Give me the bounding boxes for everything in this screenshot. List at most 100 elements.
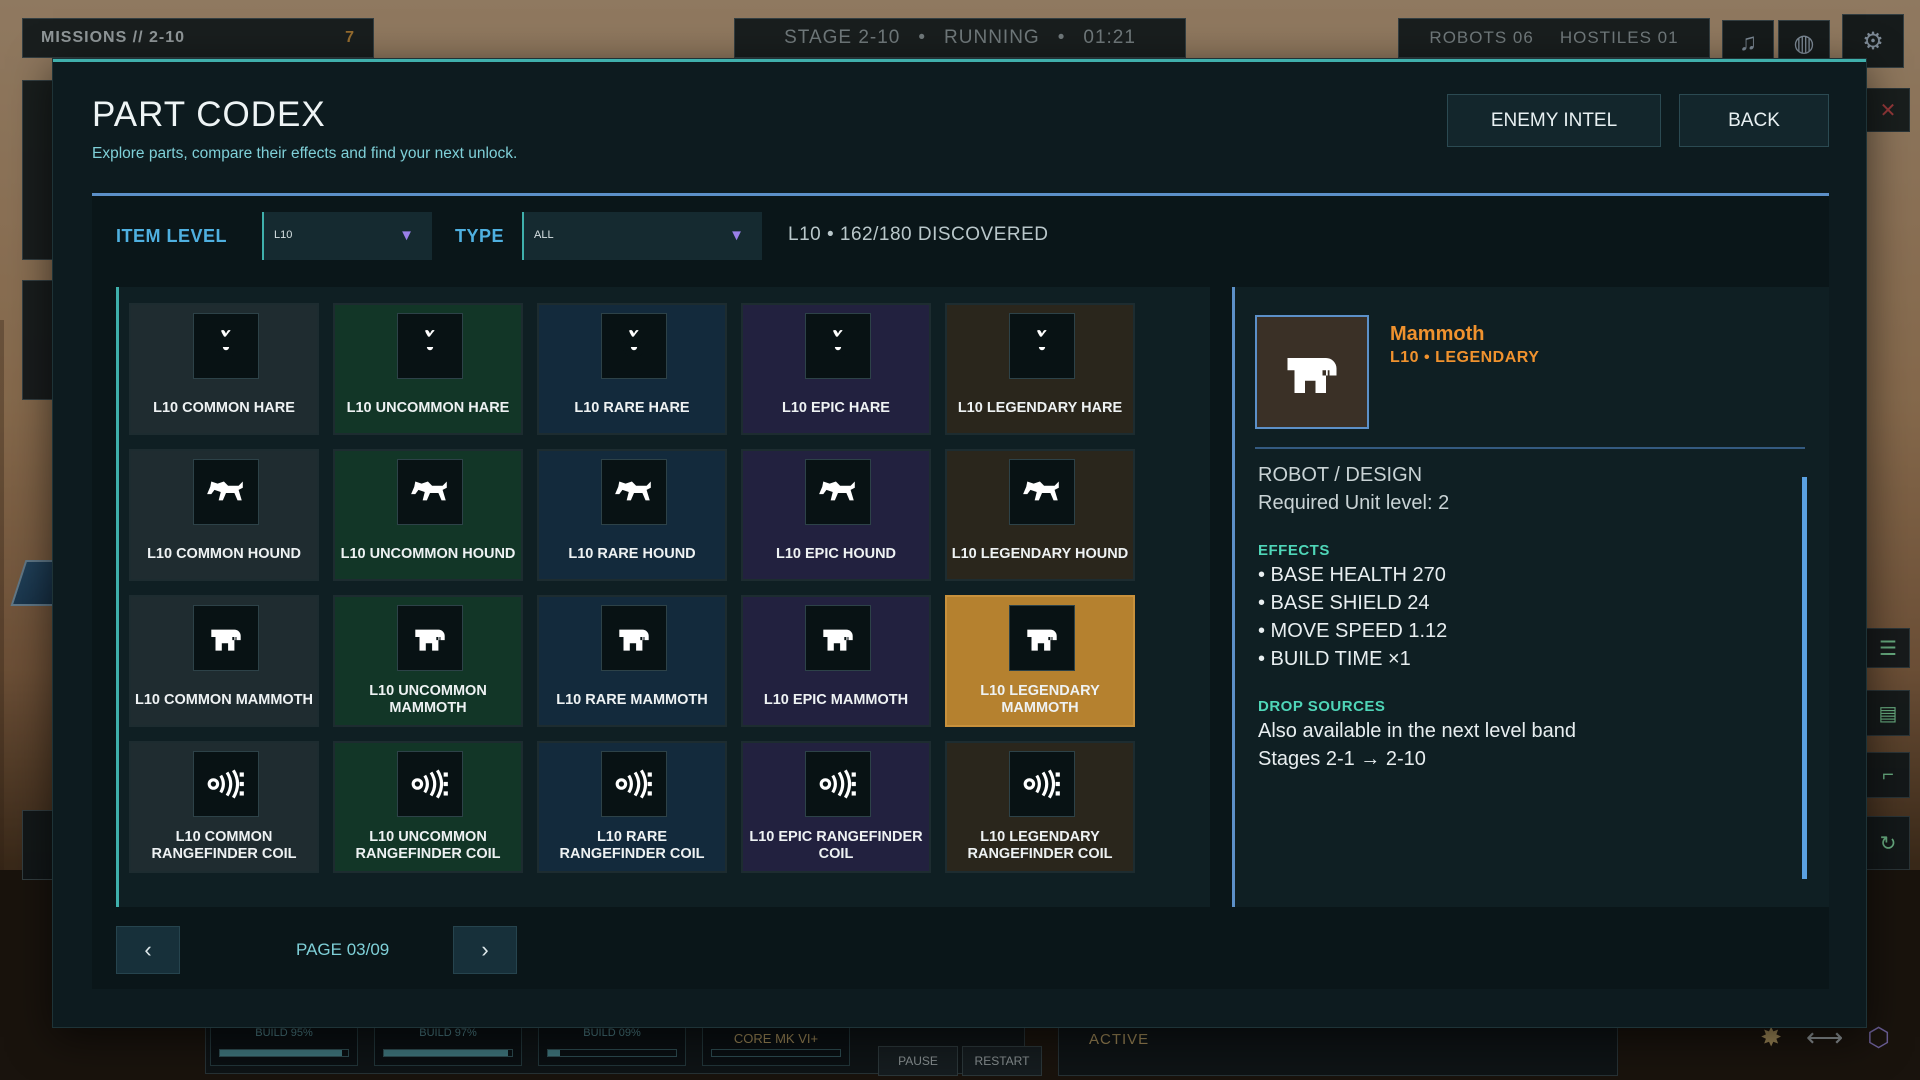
mammoth-icon: [415, 629, 445, 651]
part-card-label: L10 COMMON HOUND: [147, 545, 301, 562]
part-card-label: L10 UNCOMMON RANGEFINDER COIL: [355, 829, 501, 862]
filter-bar: ITEM LEVEL L10 ▼ TYPE ALL ▼ L10 • 162/18…: [92, 196, 1829, 280]
type-select[interactable]: ALL ▼: [522, 212, 762, 260]
part-card[interactable]: L10 EPIC MAMMOTH: [741, 595, 931, 727]
rangefinder-coil-icon: [207, 769, 244, 799]
drop-sources-heading: DROP SOURCES: [1258, 698, 1386, 715]
part-icon-frame: [397, 459, 463, 525]
part-icon-frame: [805, 605, 871, 671]
part-icon-frame: [601, 605, 667, 671]
divider: [1255, 447, 1805, 449]
pagination: ‹ PAGE 03/09 ›: [116, 926, 616, 974]
dropdown-arrow-icon: ▼: [729, 227, 744, 244]
part-card-label: L10 EPIC MAMMOTH: [763, 691, 909, 708]
part-card-label: L10 EPIC RANGEFINDER COIL: [749, 829, 923, 862]
hare-icon: [418, 327, 441, 358]
part-card[interactable]: L10 RARE MAMMOTH: [537, 595, 727, 727]
part-icon-frame: [397, 605, 463, 671]
drop-source-line: Stages 2-1 → 2-10: [1258, 748, 1426, 770]
detail-scrollbar[interactable]: [1802, 477, 1807, 879]
part-icon-frame: [397, 751, 463, 817]
back-button[interactable]: BACK: [1679, 94, 1829, 147]
part-card-label: L10 LEGENDARY HARE: [957, 399, 1123, 416]
part-card[interactable]: L10 LEGENDARY MAMMOTH: [945, 595, 1135, 727]
part-icon-frame: [193, 313, 259, 379]
part-codex-modal: PART CODEX Explore parts, compare their …: [53, 59, 1866, 1027]
part-card[interactable]: L10 COMMON HARE: [129, 303, 319, 435]
rangefinder-coil-icon: [819, 769, 856, 799]
effect-item: • BASE HEALTH 270: [1258, 564, 1446, 586]
part-icon-frame: [601, 459, 667, 525]
type-value: ALL: [534, 229, 554, 241]
part-icon-frame: [193, 605, 259, 671]
part-rarity: L10 • LEGENDARY: [1390, 349, 1540, 366]
item-level-label: ITEM LEVEL: [116, 226, 228, 246]
mammoth-icon: [619, 629, 649, 651]
hound-icon: [1023, 481, 1059, 501]
part-card[interactable]: L10 EPIC HARE: [741, 303, 931, 435]
prev-page-button[interactable]: ‹: [116, 926, 180, 974]
part-icon-frame: [1009, 751, 1075, 817]
effect-item: • MOVE SPEED 1.12: [1258, 620, 1448, 642]
hound-icon: [207, 481, 243, 501]
part-card[interactable]: L10 COMMON RANGEFINDER COIL: [129, 741, 319, 873]
part-card-label: L10 RARE MAMMOTH: [556, 691, 708, 708]
part-card-label: L10 RARE HOUND: [568, 545, 696, 562]
part-detail-panel: Mammoth L10 • LEGENDARY ROBOT / DESIGN R…: [1232, 287, 1829, 907]
part-card[interactable]: L10 RARE HOUND: [537, 449, 727, 581]
part-card[interactable]: L10 LEGENDARY RANGEFINDER COIL: [945, 741, 1135, 873]
part-card[interactable]: L10 COMMON HOUND: [129, 449, 319, 581]
part-icon-frame: [601, 751, 667, 817]
part-card[interactable]: L10 EPIC HOUND: [741, 449, 931, 581]
part-requirement: Required Unit level: 2: [1258, 492, 1450, 514]
part-category: ROBOT / DESIGN: [1258, 464, 1423, 486]
part-card[interactable]: L10 UNCOMMON MAMMOTH: [333, 595, 523, 727]
effect-item: • BUILD TIME ×1: [1258, 648, 1411, 670]
next-page-button[interactable]: ›: [453, 926, 517, 974]
part-icon-frame: [1009, 459, 1075, 525]
hare-icon: [1030, 327, 1053, 358]
effects-heading: EFFECTS: [1258, 542, 1330, 559]
part-card-label: L10 COMMON RANGEFINDER COIL: [151, 829, 297, 862]
part-details: ROBOT / DESIGN Required Unit level: 2 EF…: [1258, 461, 1778, 773]
part-card-label: L10 LEGENDARY HOUND: [951, 545, 1129, 562]
part-icon-frame: [1009, 313, 1075, 379]
part-card-label: L10 COMMON HARE: [153, 399, 295, 416]
part-card-label: L10 EPIC HOUND: [775, 545, 897, 562]
part-card-label: L10 RARE RANGEFINDER COIL: [559, 829, 705, 862]
part-icon-frame: [193, 459, 259, 525]
hound-icon: [819, 481, 855, 501]
part-icon-frame: [193, 751, 259, 817]
enemy-intel-button[interactable]: ENEMY INTEL: [1447, 94, 1661, 147]
part-card-label: L10 COMMON MAMMOTH: [135, 691, 314, 708]
part-card[interactable]: L10 UNCOMMON HOUND: [333, 449, 523, 581]
hound-icon: [615, 481, 651, 501]
page-subtitle: Explore parts, compare their effects and…: [92, 145, 518, 162]
part-card[interactable]: L10 UNCOMMON RANGEFINDER COIL: [333, 741, 523, 873]
rangefinder-coil-icon: [615, 769, 652, 799]
part-card-label: L10 UNCOMMON HOUND: [340, 545, 516, 562]
part-card[interactable]: L10 EPIC RANGEFINDER COIL: [741, 741, 931, 873]
part-card-label: L10 LEGENDARY RANGEFINDER COIL: [967, 829, 1113, 862]
part-card[interactable]: L10 RARE RANGEFINDER COIL: [537, 741, 727, 873]
part-card[interactable]: L10 LEGENDARY HOUND: [945, 449, 1135, 581]
part-card-label: L10 UNCOMMON HARE: [346, 399, 510, 416]
part-name: Mammoth: [1390, 323, 1485, 345]
mammoth-icon: [1287, 358, 1337, 393]
part-card[interactable]: L10 RARE HARE: [537, 303, 727, 435]
hound-icon: [411, 481, 447, 501]
part-card[interactable]: L10 LEGENDARY HARE: [945, 303, 1135, 435]
part-icon-frame: [805, 751, 871, 817]
part-icon-frame: [805, 313, 871, 379]
item-level-select[interactable]: L10 ▼: [262, 212, 432, 260]
item-level-value: L10: [274, 229, 293, 241]
hare-icon: [826, 327, 849, 358]
part-icon-frame: [1009, 605, 1075, 671]
part-card[interactable]: L10 UNCOMMON HARE: [333, 303, 523, 435]
codex-content: ITEM LEVEL L10 ▼ TYPE ALL ▼ L10 • 162/18…: [92, 193, 1829, 989]
mammoth-icon: [211, 629, 241, 651]
discovered-count: L10 • 162/180 DISCOVERED: [788, 224, 1049, 245]
page-title: PART CODEX: [92, 95, 326, 134]
part-card[interactable]: L10 COMMON MAMMOTH: [129, 595, 319, 727]
effect-item: • BASE SHIELD 24: [1258, 592, 1430, 614]
